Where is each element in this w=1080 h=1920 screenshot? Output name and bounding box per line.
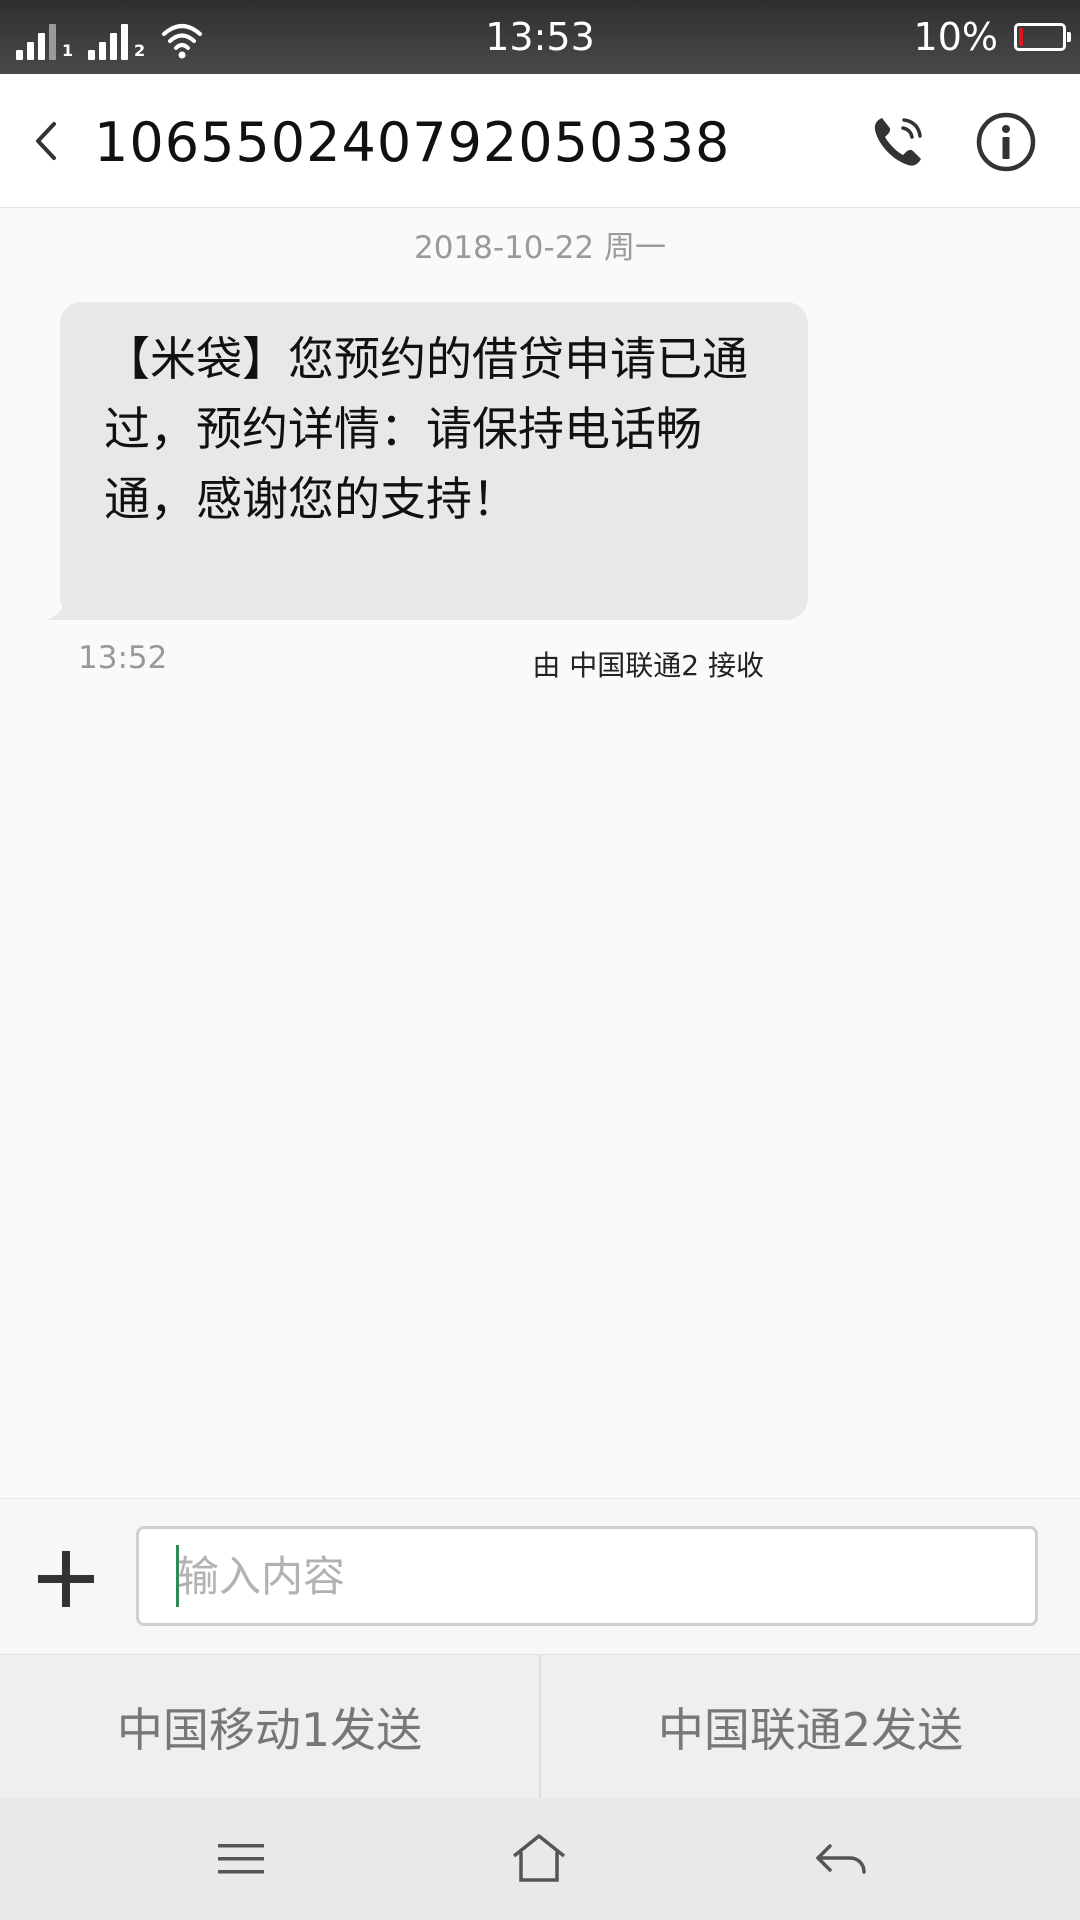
contact-title: 10655024079205033​8: [94, 111, 731, 174]
send-sim1-button[interactable]: 中国移动1发送: [0, 1655, 539, 1798]
phone-icon[interactable]: [866, 110, 930, 174]
navigation-bar: [0, 1798, 1080, 1920]
message-text: 【米袋】您预约的借贷申请已通过，预约详情：请保持电话畅通，感谢您的支持！: [104, 332, 748, 526]
messaging-screen: 1 2 13:53 10% 10655024079205033​8: [0, 0, 1080, 1920]
plus-icon[interactable]: [36, 1549, 96, 1609]
send-buttons: 中国移动1发送 中国联通2发送: [0, 1654, 1080, 1798]
composer: [0, 1498, 1080, 1654]
status-bar: 1 2 13:53 10%: [0, 0, 1080, 74]
menu-icon[interactable]: [206, 1824, 276, 1894]
message-input[interactable]: [136, 1526, 1038, 1626]
date-separator: 2018-10-22 周一: [413, 230, 666, 266]
message-list[interactable]: 2018-10-22 周一 【米袋】您预约的借贷申请已通过，预约详情：请保持电话…: [0, 208, 1080, 1498]
message-bubble[interactable]: 【米袋】您预约的借贷申请已通过，预约详情：请保持电话畅通，感谢您的支持！ 由 中…: [60, 302, 808, 682]
text-caret: [176, 1545, 179, 1607]
message-time: 13:52: [78, 640, 168, 676]
battery-status: 10%: [913, 14, 1071, 60]
conversation-header: 10655024079205033​8: [0, 74, 1080, 208]
send-sim2-button[interactable]: 中国联通2发送: [541, 1655, 1080, 1798]
battery-icon: [1014, 23, 1071, 51]
chevron-left-icon[interactable]: [24, 114, 72, 168]
home-icon[interactable]: [504, 1824, 574, 1894]
message-sim-info: 由 中国联通2 接收: [532, 649, 764, 682]
battery-level: [1019, 28, 1023, 46]
back-arrow-icon[interactable]: [806, 1824, 876, 1894]
battery-percent: 10%: [913, 15, 998, 59]
info-icon[interactable]: [974, 110, 1038, 174]
